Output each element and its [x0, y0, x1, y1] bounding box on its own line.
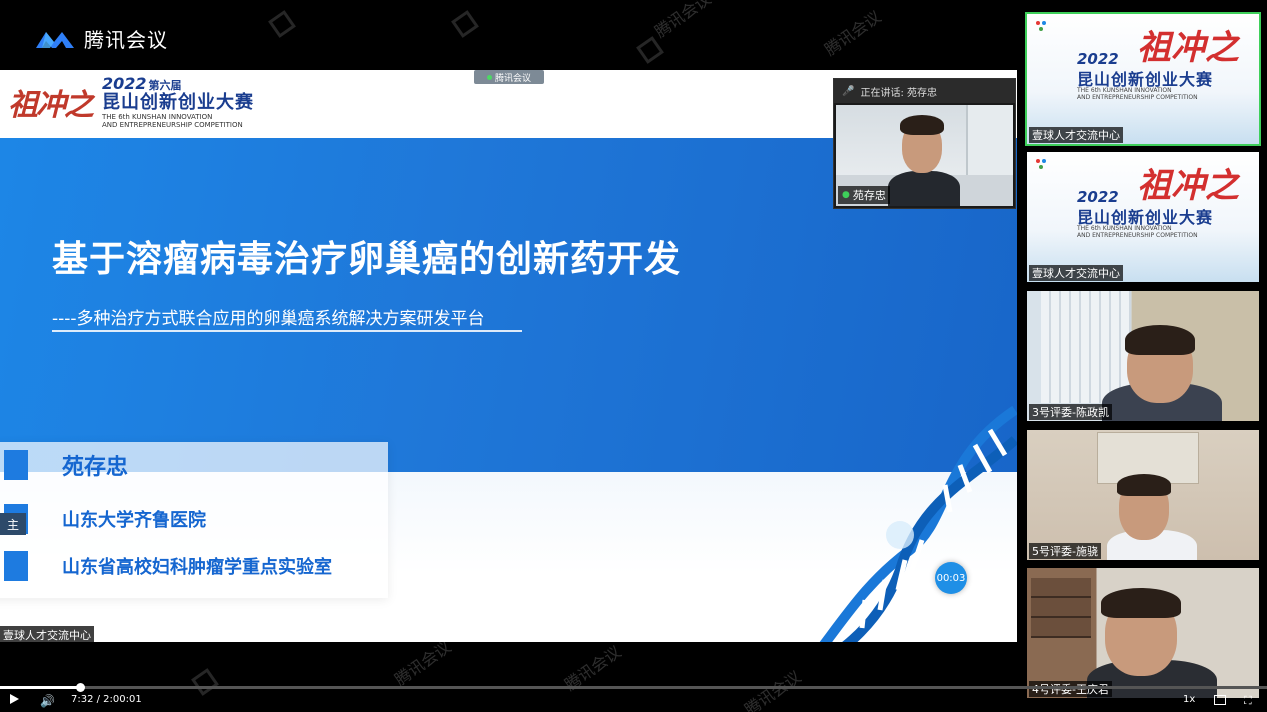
speaker-name: 苑存忠	[852, 189, 886, 202]
meeting-window: 腾讯会议 腾讯会议 腾讯会议 腾讯会议 腾讯会议 腾讯会议 祖冲之 2022 第六…	[0, 0, 1267, 712]
share-tab[interactable]: 腾讯会议	[474, 70, 544, 84]
time-display: 7:32 / 2:00:01	[71, 694, 142, 705]
mic-icon: 🎤	[842, 85, 855, 97]
competition-en-line1: THE 6th KUNSHAN INNOVATION	[102, 113, 213, 121]
tencent-meeting-logo-icon	[36, 31, 74, 48]
host-tag: 主	[0, 513, 26, 535]
presenter-name: 苑存忠	[62, 455, 129, 480]
share-source-label: 壹球人才交流中心	[0, 626, 94, 642]
camera-video	[1027, 291, 1259, 421]
competition-title: 昆山创新创业大赛	[102, 92, 254, 113]
active-speaker-panel[interactable]: 🎤 正在讲话: 苑存忠 ● 苑存忠	[833, 78, 1016, 209]
affiliation-2: 山东省高校妇科肿瘤学重点实验室	[62, 557, 332, 578]
person-hair	[1101, 588, 1181, 618]
person-hair	[1125, 325, 1195, 355]
seek-bar[interactable]	[0, 683, 1267, 692]
competition-poster-image: 祖冲之 2022 昆山创新创业大赛 THE 6th KUNSHAN INNOVA…	[1027, 14, 1259, 144]
dna-helix-image	[819, 405, 1017, 642]
watermark-logo-icon	[268, 10, 296, 38]
competition-year: 2022 第六届	[102, 74, 254, 93]
watermark-logo-icon	[451, 10, 479, 38]
participant-tile[interactable]: 3号评委-陈政凯	[1027, 291, 1259, 421]
camera-video	[1027, 568, 1259, 698]
app-logo: 腾讯会议	[34, 24, 168, 53]
competition-brush-title: 祖冲之	[8, 87, 94, 123]
participant-name: 3号评委-陈政凯	[1029, 404, 1112, 420]
watermark: 腾讯会议	[821, 7, 885, 60]
person-hair	[900, 115, 944, 135]
competition-logo: 祖冲之 2022 第六届 昆山创新创业大赛 THE 6th KUNSHAN INN…	[8, 74, 254, 129]
affiliation-1: 山东大学齐鲁医院	[62, 510, 206, 531]
recording-timer: 00:03	[935, 562, 967, 594]
playback-speed-button[interactable]: 1x	[1183, 694, 1195, 705]
poster-brush-title: 祖冲之	[1137, 28, 1239, 68]
participant-tile[interactable]: 祖冲之 2022 昆山创新创业大赛 THE 6th KUNSHAN INNOVA…	[1025, 12, 1261, 146]
mic-icon: ●	[842, 190, 850, 200]
person-hair	[1117, 474, 1171, 496]
participant-name: 壹球人才交流中心	[1029, 127, 1123, 143]
presenter-card: 苑存忠 山东大学齐鲁医院 山东省高校妇科肿瘤学重点实验室	[0, 442, 388, 598]
bullet-bar-icon	[0, 551, 28, 581]
poster-en: THE 6th KUNSHAN INNOVATION AND ENTREPRENE…	[1077, 87, 1198, 101]
speaking-indicator: 正在讲话: 苑存忠	[860, 87, 938, 99]
status-dot-icon	[486, 74, 492, 80]
watermark-logo-icon	[636, 36, 664, 64]
camera-video	[1027, 430, 1259, 560]
speaker-video: ● 苑存忠	[836, 105, 1013, 206]
slide-subtitle: ----多种治疗方式联合应用的卵巢癌系统解决方案研发平台	[52, 309, 485, 329]
volume-icon[interactable]: 🔊	[40, 694, 55, 708]
competition-en-line2: AND ENTREPRENEURSHIP COMPETITION	[102, 121, 243, 129]
poster-en: THE 6th KUNSHAN INNOVATION AND ENTREPRENE…	[1077, 225, 1198, 239]
competition-edition: 第六届	[148, 79, 182, 92]
dots-logo-icon	[1036, 159, 1046, 169]
slide-title: 基于溶瘤病毒治疗卵巢癌的创新药开发	[52, 239, 682, 280]
subtitle-underline	[52, 330, 522, 332]
picture-in-picture-icon[interactable]	[1214, 695, 1226, 705]
person-silhouette	[888, 171, 960, 206]
player-controls: 🔊 7:32 / 2:00:01 1x ⛶	[0, 680, 1267, 712]
app-name: 腾讯会议	[84, 28, 168, 52]
bullet-bar-icon	[0, 450, 28, 480]
seek-knob[interactable]	[76, 683, 85, 692]
share-tab-label: 腾讯会议	[494, 73, 531, 84]
participant-tile[interactable]: 4号评委-王庆君	[1027, 568, 1259, 698]
poster-brush-title: 祖冲之	[1137, 166, 1239, 206]
participant-tile[interactable]: 5号评委-施骁	[1027, 430, 1259, 560]
dots-logo-icon	[1036, 21, 1046, 31]
participant-tile[interactable]: 祖冲之 2022 昆山创新创业大赛 THE 6th KUNSHAN INNOVA…	[1027, 152, 1259, 282]
participant-name: 壹球人才交流中心	[1029, 265, 1123, 281]
competition-year-number: 2022	[102, 74, 147, 93]
participant-name: 5号评委-施骁	[1029, 543, 1101, 559]
fullscreen-icon[interactable]: ⛶	[1244, 694, 1252, 708]
seek-bar-fill	[0, 686, 80, 689]
play-icon[interactable]	[10, 694, 19, 704]
watermark: 腾讯会议	[651, 0, 715, 42]
competition-poster-image: 祖冲之 2022 昆山创新创业大赛 THE 6th KUNSHAN INNOVA…	[1027, 152, 1259, 282]
